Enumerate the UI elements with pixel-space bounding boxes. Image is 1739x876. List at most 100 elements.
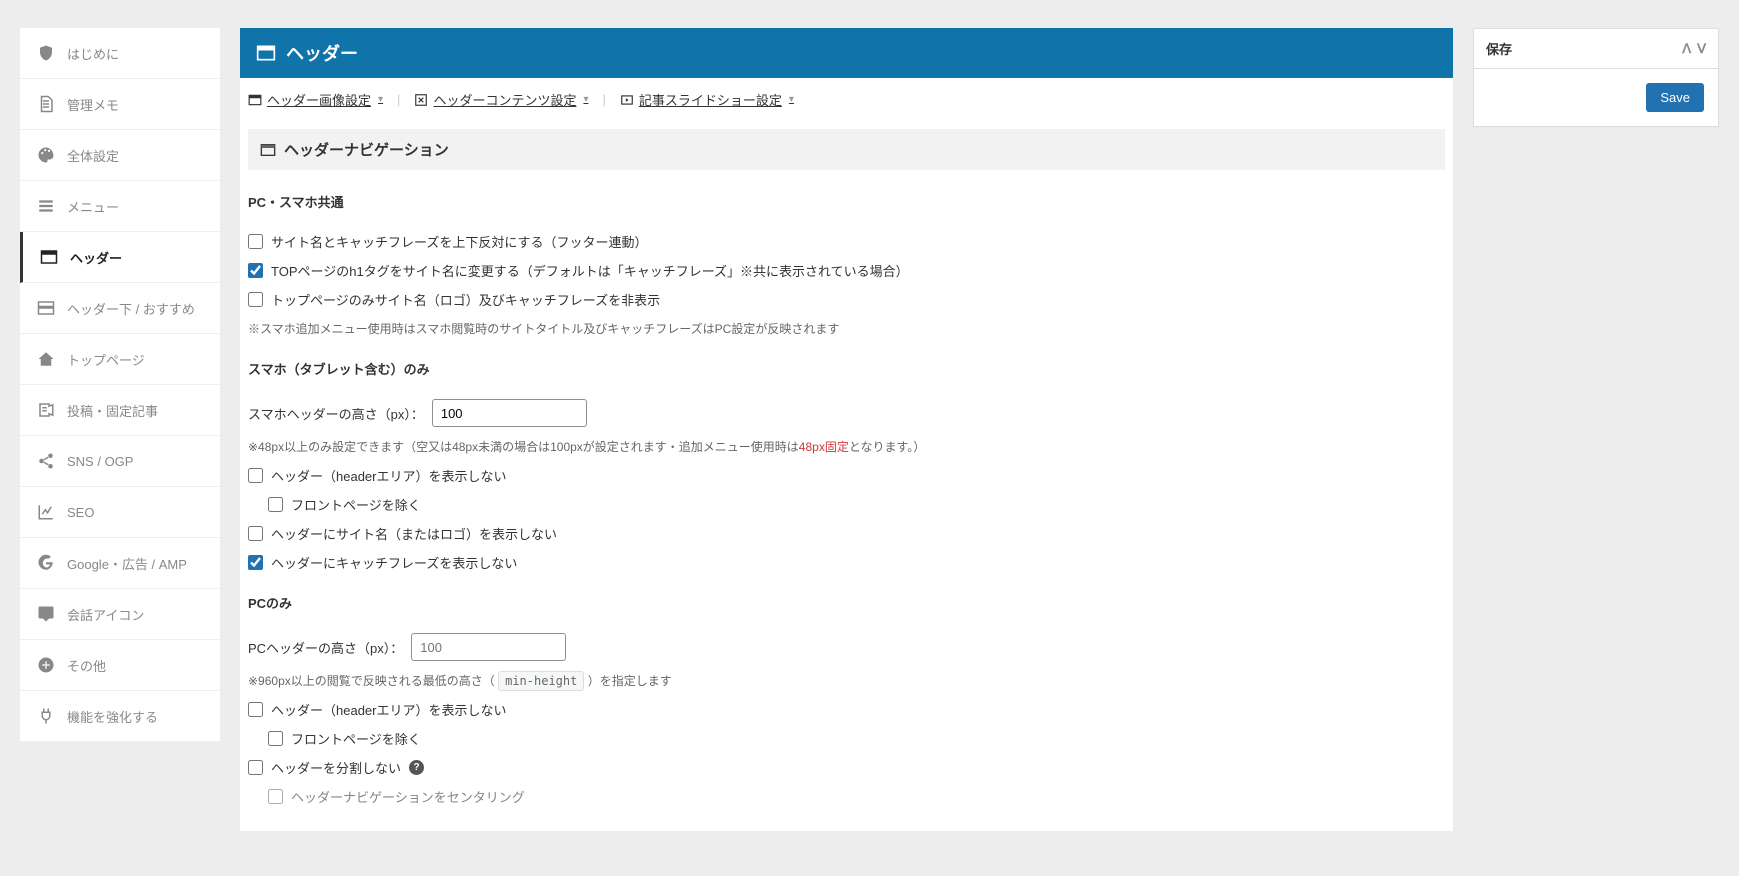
- main-content: ヘッダー ヘッダー画像設定 ▾ | ヘッダーコンテンツ設定 ▾ | 記事スライド…: [240, 28, 1453, 831]
- header-icon: [38, 248, 60, 266]
- sub-tab-image[interactable]: ヘッダー画像設定 ▾: [248, 90, 383, 109]
- sidebar-item-enhance[interactable]: 機能を強化する: [20, 691, 220, 742]
- header-icon: [256, 43, 276, 63]
- checkbox-pc-no-split[interactable]: [248, 760, 263, 775]
- sidebar-item-label: 管理メモ: [67, 95, 119, 114]
- chevron-down-icon: ▾: [378, 94, 383, 105]
- chevron-up-icon[interactable]: ᐱ: [1682, 41, 1691, 57]
- checkbox-row-flip-sitename[interactable]: サイト名とキャッチフレーズを上下反対にする（フッター連動）: [240, 227, 1453, 256]
- code-chip: min-height: [498, 671, 584, 691]
- sidebar-item-seo[interactable]: SEO: [20, 487, 220, 538]
- pc-height-row: PCヘッダーの高さ（px）：: [240, 628, 1453, 666]
- sidebar-item-header[interactable]: ヘッダー: [20, 232, 220, 283]
- chevron-down-icon[interactable]: ᐯ: [1697, 41, 1706, 57]
- slideshow-icon: [620, 93, 634, 107]
- doc-icon: [35, 95, 57, 113]
- checkbox-row-pc-no-split[interactable]: ヘッダーを分割しない ?: [240, 753, 1453, 782]
- sidebar-item-menu[interactable]: メニュー: [20, 181, 220, 232]
- header-icon: [260, 142, 276, 158]
- pc-height-input[interactable]: [411, 633, 566, 661]
- common-heading: PC・スマホ共通: [240, 182, 1453, 221]
- note-text: ※960px以上の閲覧で反映される最低の高さ（: [248, 674, 495, 688]
- sub-tab-contents[interactable]: ヘッダーコンテンツ設定 ▾: [414, 90, 588, 109]
- checkbox-label: フロントページを除く: [291, 729, 421, 748]
- note-common: ※スマホ追加メニュー使用時はスマホ閲覧時のサイトタイトル及びキャッチフレーズはP…: [240, 314, 1453, 343]
- checkbox-row-sp-hide-sitename[interactable]: ヘッダーにサイト名（またはロゴ）を表示しない: [240, 519, 1453, 548]
- chart-icon: [35, 503, 57, 521]
- note-red: 48px固定: [799, 440, 849, 454]
- checkbox-row-sp-exclude-front[interactable]: フロントページを除く: [240, 490, 1453, 519]
- checkbox-sp-hide-sitename[interactable]: [248, 526, 263, 541]
- sidebar-item-chat[interactable]: 会話アイコン: [20, 589, 220, 640]
- chevron-down-icon: ▾: [789, 94, 794, 105]
- sidebar-item-other[interactable]: その他: [20, 640, 220, 691]
- checkbox-label: TOPページのh1タグをサイト名に変更する（デフォルトは「キャッチフレーズ」※共…: [271, 261, 909, 280]
- sidebar: はじめに 管理メモ 全体設定 メニュー ヘッダー ヘッダー下 / おすすめ トッ…: [20, 28, 220, 742]
- checkbox-label: トップページのみサイト名（ロゴ）及びキャッチフレーズを非表示: [271, 290, 660, 309]
- sidebar-item-global[interactable]: 全体設定: [20, 130, 220, 181]
- sp-height-input[interactable]: [432, 399, 587, 427]
- sidebar-item-label: SEO: [67, 505, 94, 520]
- save-panel: 保存 ᐱ ᐯ Save: [1473, 28, 1719, 127]
- sidebar-item-google[interactable]: Google・広告 / AMP: [20, 538, 220, 589]
- note-text: ）を指定します: [588, 674, 672, 688]
- checkbox-pc-center-nav[interactable]: [268, 789, 283, 804]
- checkbox-sp-exclude-front[interactable]: [268, 497, 283, 512]
- checkbox-label: ヘッダー（headerエリア）を表示しない: [271, 466, 506, 485]
- save-panel-header: 保存 ᐱ ᐯ: [1474, 29, 1718, 69]
- title-bar: ヘッダー: [240, 28, 1453, 78]
- sidebar-item-toppage[interactable]: トップページ: [20, 334, 220, 385]
- checkbox-pc-hide-header[interactable]: [248, 702, 263, 717]
- checkbox-row-sp-hide-catchphrase[interactable]: ヘッダーにキャッチフレーズを表示しない: [240, 548, 1453, 577]
- google-icon: [35, 554, 57, 572]
- title-text: ヘッダー: [286, 40, 358, 66]
- checkbox-sp-hide-header[interactable]: [248, 468, 263, 483]
- section-heading-text: ヘッダーナビゲーション: [284, 139, 449, 160]
- checkbox-row-hide-top-logo[interactable]: トップページのみサイト名（ロゴ）及びキャッチフレーズを非表示: [240, 285, 1453, 314]
- checkbox-row-pc-hide-header[interactable]: ヘッダー（headerエリア）を表示しない: [240, 695, 1453, 724]
- checkbox-h1-sitename[interactable]: [248, 263, 263, 278]
- sidebar-item-header-under[interactable]: ヘッダー下 / おすすめ: [20, 283, 220, 334]
- checkbox-row-sp-hide-header[interactable]: ヘッダー（headerエリア）を表示しない: [240, 461, 1453, 490]
- save-button[interactable]: Save: [1646, 83, 1704, 112]
- checkbox-sp-hide-catchphrase[interactable]: [248, 555, 263, 570]
- checkbox-label: ヘッダーにサイト名（またはロゴ）を表示しない: [271, 524, 557, 543]
- sidebar-item-label: メニュー: [67, 197, 119, 216]
- sub-tab-slideshow[interactable]: 記事スライドショー設定 ▾: [620, 90, 794, 109]
- checkbox-hide-top-logo[interactable]: [248, 292, 263, 307]
- sp-heading: スマホ（タブレット含む）のみ: [240, 349, 1453, 388]
- chevron-down-icon: ▾: [583, 94, 588, 105]
- sub-tab-label: ヘッダーコンテンツ設定: [433, 90, 576, 109]
- checkbox-label: サイト名とキャッチフレーズを上下反対にする（フッター連動）: [271, 232, 647, 251]
- note-text: となります。）: [849, 440, 925, 454]
- palette-icon: [35, 146, 57, 164]
- note-text: ※48px以上のみ設定できます（空又は48px未満の場合は100pxが設定されま…: [248, 440, 799, 454]
- checkbox-pc-exclude-front[interactable]: [268, 731, 283, 746]
- note-sp-height: ※48px以上のみ設定できます（空又は48px未満の場合は100pxが設定されま…: [240, 432, 1453, 461]
- checkbox-label: ヘッダー（headerエリア）を表示しない: [271, 700, 506, 719]
- header-icon: [35, 299, 57, 317]
- pc-heading: PCのみ: [240, 583, 1453, 622]
- divider: |: [397, 92, 400, 107]
- checkbox-row-h1-sitename[interactable]: TOPページのh1タグをサイト名に変更する（デフォルトは「キャッチフレーズ」※共…: [240, 256, 1453, 285]
- sidebar-item-sns[interactable]: SNS / OGP: [20, 436, 220, 487]
- sidebar-item-label: Google・広告 / AMP: [67, 554, 187, 573]
- divider: |: [602, 92, 605, 107]
- checkbox-row-pc-exclude-front[interactable]: フロントページを除く: [240, 724, 1453, 753]
- edit-icon: [414, 93, 428, 107]
- help-icon[interactable]: ?: [409, 760, 424, 775]
- chat-icon: [35, 605, 57, 623]
- sidebar-item-label: ヘッダー下 / おすすめ: [67, 299, 195, 318]
- checkbox-flip-sitename[interactable]: [248, 234, 263, 249]
- sub-tab-label: ヘッダー画像設定: [267, 90, 371, 109]
- note-pc-height: ※960px以上の閲覧で反映される最低の高さ（ min-height ）を指定し…: [240, 666, 1453, 695]
- checkbox-row-pc-center-nav[interactable]: ヘッダーナビゲーションをセンタリング: [240, 782, 1453, 811]
- sidebar-item-label: 会話アイコン: [67, 605, 144, 624]
- sidebar-item-intro[interactable]: はじめに: [20, 28, 220, 79]
- edit-icon: [35, 401, 57, 419]
- sidebar-item-post[interactable]: 投稿・固定記事: [20, 385, 220, 436]
- sidebar-item-memo[interactable]: 管理メモ: [20, 79, 220, 130]
- sub-tabs: ヘッダー画像設定 ▾ | ヘッダーコンテンツ設定 ▾ | 記事スライドショー設定…: [240, 90, 1453, 121]
- sidebar-item-label: 全体設定: [67, 146, 119, 165]
- save-panel-title: 保存: [1486, 39, 1512, 58]
